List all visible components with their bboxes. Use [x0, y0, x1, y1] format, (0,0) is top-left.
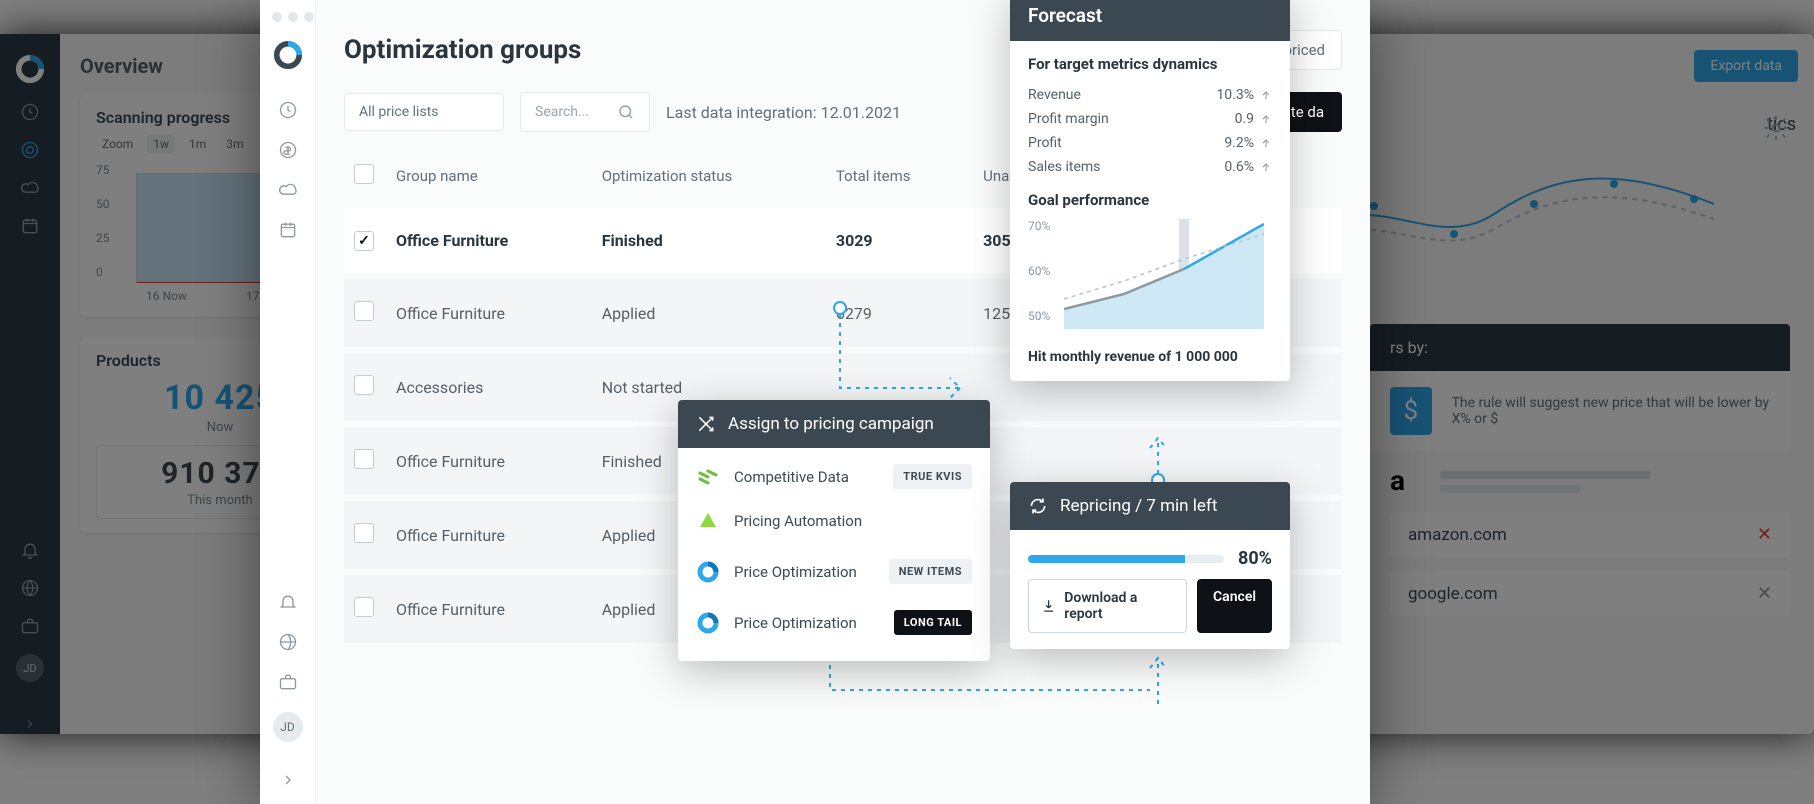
progress-percent: 80%	[1238, 548, 1272, 569]
assign-item[interactable]: Competitive Data TRUE KVIS	[678, 448, 990, 499]
forecast-hit: Hit monthly revenue of 1 000 000	[1010, 349, 1290, 365]
cancel-button[interactable]: Cancel	[1197, 579, 1272, 633]
repricing-title: Repricing / 7 min left	[1060, 496, 1217, 516]
arrow-up-icon	[1260, 137, 1272, 149]
download-report-button[interactable]: Download a report	[1028, 579, 1187, 633]
row-checkbox[interactable]	[354, 231, 374, 251]
row-name: Accessories	[386, 350, 592, 424]
page-title: Optimization groups	[344, 35, 581, 65]
campaign-label: Competitive Data	[734, 468, 893, 486]
progress-bar	[1028, 555, 1224, 563]
repricing-panel: Repricing / 7 min left 80% Download a re…	[1010, 482, 1290, 649]
row-name: Office Furniture	[386, 498, 592, 572]
campaign-tag: NEW ITEMS	[889, 559, 972, 584]
assign-item[interactable]: Pricing Automation	[678, 499, 990, 543]
row-checkbox[interactable]	[354, 597, 374, 617]
campaign-label: Pricing Automation	[734, 512, 972, 530]
campaign-tag: LONG TAIL	[894, 610, 972, 635]
cloud-sync-icon[interactable]	[278, 180, 298, 200]
col-name: Group name	[386, 150, 592, 205]
currency-icon[interactable]	[278, 140, 298, 160]
window-traffic-lights	[272, 12, 314, 22]
app-logo-icon	[273, 40, 303, 70]
briefcase-icon[interactable]	[278, 672, 298, 692]
forecast-panel: Forecast For target metrics dynamics Rev…	[1010, 0, 1290, 381]
ytick: 70%	[1028, 219, 1050, 233]
ytick: 50%	[1028, 309, 1050, 323]
assign-item[interactable]: Price Optimization NEW ITEMS	[678, 543, 990, 594]
campaign-icon	[696, 509, 720, 533]
chevron-right-icon[interactable]	[280, 772, 296, 788]
clock-icon[interactable]	[278, 100, 298, 120]
assign-item[interactable]: Price Optimization LONG TAIL	[678, 594, 990, 645]
globe-icon[interactable]	[278, 632, 298, 652]
shuffle-icon	[696, 414, 716, 434]
row-name: Office Furniture	[386, 276, 592, 350]
refresh-icon	[1028, 496, 1048, 516]
bell-icon[interactable]	[278, 592, 298, 612]
campaign-label: Price Optimization	[734, 614, 894, 632]
last-integration-label: Last data integration: 12.01.2021	[666, 103, 901, 122]
assign-campaign-panel: Assign to pricing campaign Competitive D…	[678, 400, 990, 661]
row-name: Office Furniture	[386, 572, 592, 643]
row-name: Office Furniture	[386, 205, 592, 276]
ytick: 60%	[1028, 264, 1050, 278]
row-total: 3029	[826, 205, 973, 276]
row-status: Applied	[592, 276, 826, 350]
goal-chart	[1064, 219, 1264, 329]
row-name: Office Furniture	[386, 424, 592, 498]
forecast-subtitle: For target metrics dynamics	[1028, 55, 1272, 73]
price-list-select[interactable]: All price lists	[344, 93, 504, 131]
calendar-icon[interactable]	[278, 220, 298, 240]
forecast-title: Forecast	[1010, 0, 1290, 41]
search-input[interactable]: Search...	[520, 92, 650, 132]
col-status: Optimization status	[592, 150, 826, 205]
assign-title: Assign to pricing campaign	[728, 414, 934, 434]
forecast-metric: Revenue10.3%	[1028, 83, 1272, 107]
campaign-label: Price Optimization	[734, 563, 889, 581]
row-checkbox[interactable]	[354, 523, 374, 543]
forecast-metric: Profit margin0.9	[1028, 107, 1272, 131]
col-total: Total items	[826, 150, 973, 205]
row-status: Finished	[592, 205, 826, 276]
download-icon	[1041, 598, 1056, 614]
main-sidebar: JD	[260, 0, 316, 804]
forecast-metric: Profit9.2%	[1028, 131, 1272, 155]
arrow-up-icon	[1260, 161, 1272, 173]
campaign-tag: TRUE KVIS	[893, 464, 972, 489]
arrow-up-icon	[1260, 113, 1272, 125]
row-checkbox[interactable]	[354, 301, 374, 321]
goal-label: Goal performance	[1028, 191, 1272, 209]
arrow-up-icon	[1260, 89, 1272, 101]
search-icon	[617, 103, 635, 121]
forecast-metric: Sales items0.6%	[1028, 155, 1272, 179]
user-avatar[interactable]: JD	[273, 712, 303, 742]
campaign-icon	[696, 465, 720, 489]
campaign-icon	[696, 611, 720, 635]
campaign-icon	[696, 560, 720, 584]
row-checkbox[interactable]	[354, 449, 374, 469]
checkbox-all[interactable]	[354, 164, 374, 184]
row-checkbox[interactable]	[354, 375, 374, 395]
